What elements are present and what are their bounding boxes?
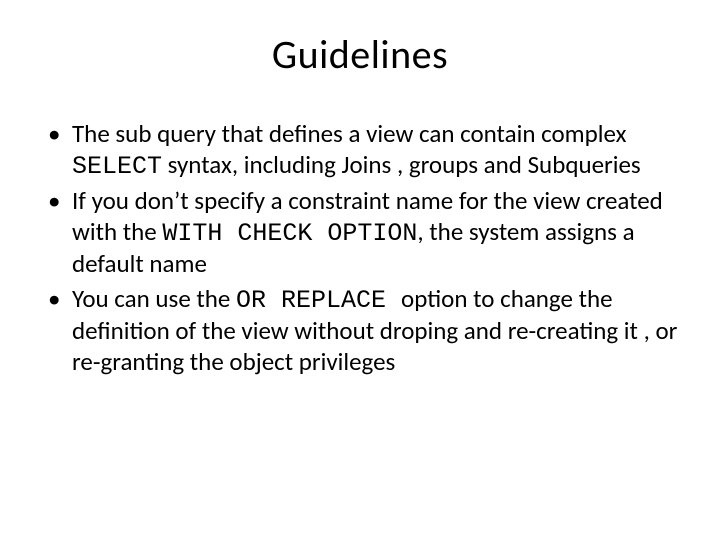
slide-title: Guidelines (40, 30, 680, 79)
code-span: WITH CHECK OPTION (162, 219, 417, 248)
list-item: If you don’t specify a constraint name f… (44, 186, 680, 280)
list-item: You can use the OR REPLACE option to cha… (44, 284, 680, 378)
bullet-text-pre: The sub query that defines a view can co… (72, 118, 626, 149)
code-span: OR REPLACE (236, 286, 401, 315)
bullet-text-pre: You can use the (72, 283, 236, 314)
code-span: SELECT (72, 152, 162, 181)
slide: Guidelines The sub query that defines a … (0, 0, 720, 540)
list-item: The sub query that defines a view can co… (44, 119, 680, 182)
bullet-list: The sub query that defines a view can co… (44, 119, 680, 377)
bullet-text-post: syntax, including Joins , groups and Sub… (162, 149, 641, 180)
